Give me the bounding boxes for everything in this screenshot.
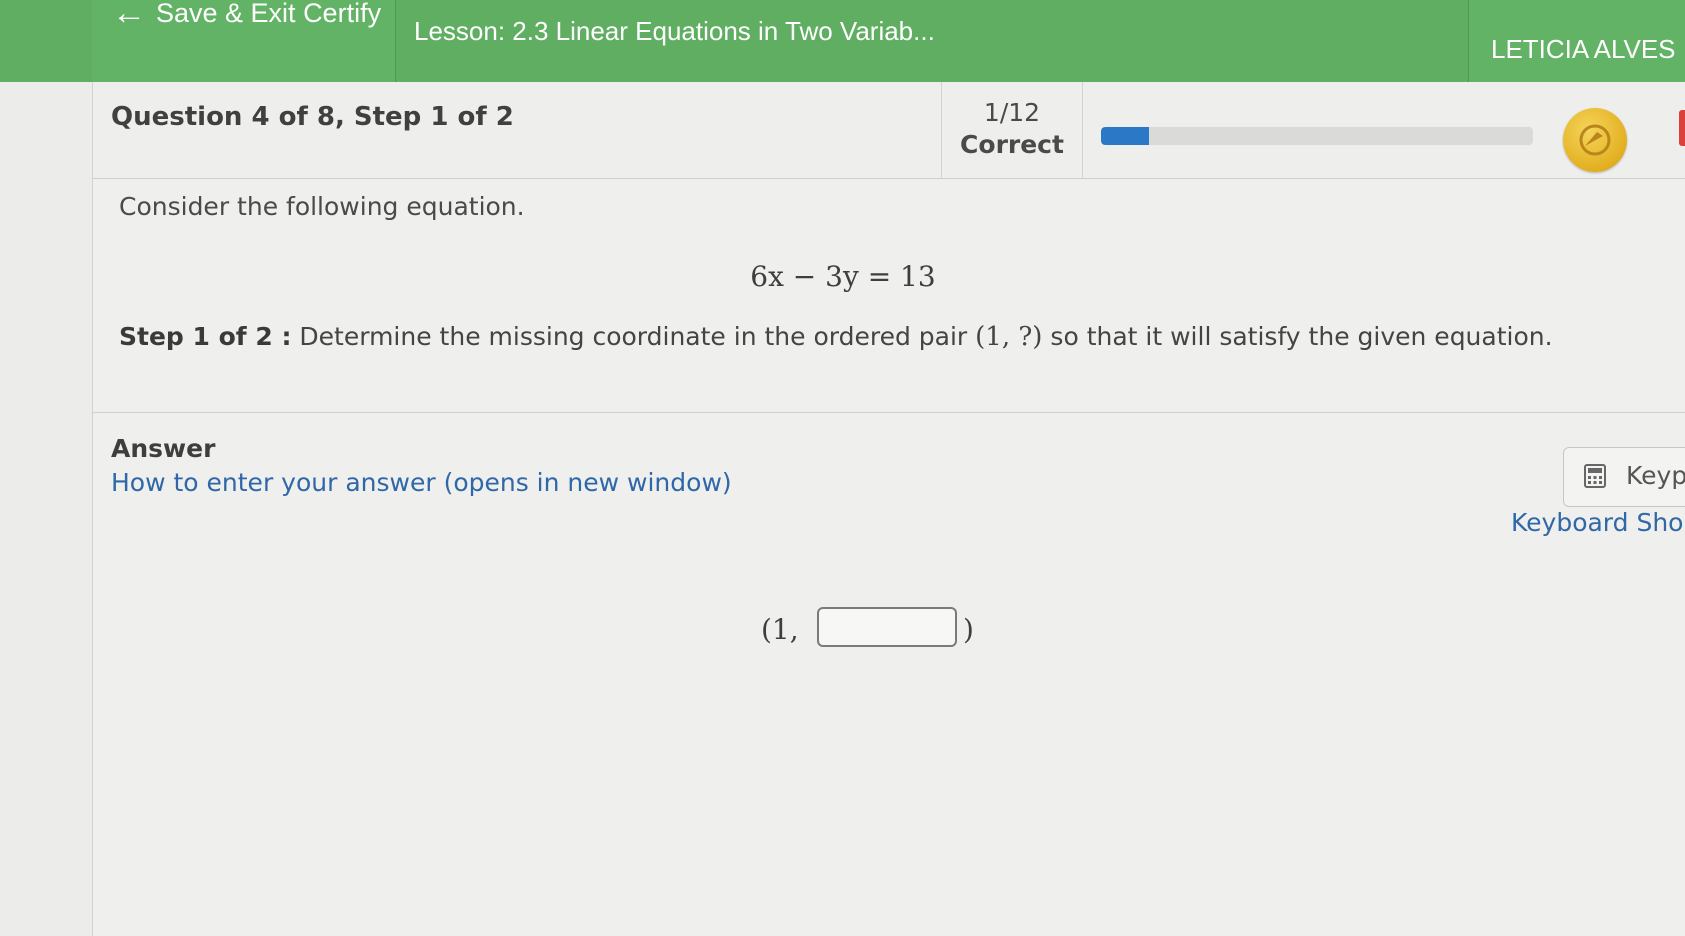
question-header: Question 4 of 8, Step 1 of 2 1/12 Correc…: [93, 82, 1685, 179]
lesson-title-label: Lesson: 2.3 Linear Equations in Two Vari…: [414, 16, 935, 46]
back-arrow-icon: ←: [112, 0, 146, 32]
step-pair: (1, ?): [975, 322, 1043, 352]
question-panel: Question 4 of 8, Step 1 of 2 1/12 Correc…: [93, 82, 1685, 936]
step-text-after: so that it will satisfy the given equati…: [1050, 322, 1553, 351]
equation: 6x − 3y = 13: [93, 260, 1685, 293]
progress-fill: [1101, 127, 1149, 145]
keypad-label: Keyp: [1626, 461, 1685, 490]
step-instruction: Step 1 of 2 : Determine the missing coor…: [119, 322, 1553, 352]
pair-close: ): [963, 613, 974, 646]
equation-text: 6x − 3y = 13: [750, 260, 936, 293]
answer-heading: Answer: [111, 434, 216, 463]
pair-open: (1,: [761, 613, 799, 646]
save-exit-button[interactable]: ← Save & Exit Certify: [92, 0, 396, 82]
save-exit-label: Save & Exit Certify: [156, 0, 382, 28]
score-label: Correct: [960, 130, 1064, 159]
top-bar: ← Save & Exit Certify Lesson: 2.3 Linear…: [0, 0, 1685, 82]
user-name: LETICIA ALVES: [1491, 34, 1676, 64]
keypad-button[interactable]: Keyp: [1563, 447, 1685, 507]
left-gutter: [0, 82, 93, 936]
calculator-icon: [1584, 464, 1606, 488]
how-to-enter-link[interactable]: How to enter your answer (opens in new w…: [111, 468, 732, 497]
divider: [93, 412, 1685, 413]
user-menu[interactable]: LETICIA ALVES: [1469, 0, 1685, 82]
step-label: Step 1 of 2 :: [119, 322, 292, 351]
medal-icon[interactable]: [1563, 108, 1627, 172]
side-tab[interactable]: [1679, 110, 1685, 146]
lesson-title: Lesson: 2.3 Linear Equations in Two Vari…: [396, 0, 1469, 82]
progress-bar: [1101, 127, 1533, 145]
step-text-before: Determine the missing coordinate in the …: [299, 322, 968, 351]
score-fraction: 1/12: [983, 98, 1041, 127]
medal-emblem-icon: [1579, 124, 1611, 156]
score-box: 1/12 Correct: [941, 82, 1083, 178]
question-title: Question 4 of 8, Step 1 of 2: [111, 102, 514, 132]
problem-intro: Consider the following equation.: [119, 192, 525, 221]
coordinate-input[interactable]: [817, 607, 957, 647]
keyboard-shortcuts-link[interactable]: Keyboard Shor: [1511, 508, 1685, 537]
